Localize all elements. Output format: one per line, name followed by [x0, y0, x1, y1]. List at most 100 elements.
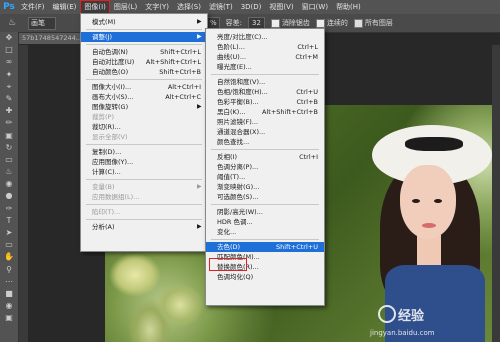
menu-item[interactable]: 去色(D) Shift+Ctrl+U [206, 242, 324, 252]
menu-5[interactable]: 选择(S) [173, 0, 205, 14]
eraser-tool-icon[interactable]: ▭ [0, 154, 18, 166]
menu-item[interactable]: 画布大小(S)... Alt+Ctrl+C [81, 92, 207, 102]
menu-item[interactable]: 阈值(T)... [206, 172, 324, 182]
menu-separator [211, 74, 319, 75]
menu-item: 变量(B) ▶ [81, 182, 207, 192]
menu-item-label: 色调均化(Q) [217, 273, 254, 281]
history-brush-tool-icon[interactable]: ↻ [0, 142, 18, 154]
menu-2[interactable]: 图像(I) [80, 0, 110, 14]
menu-10[interactable]: 帮助(H) [332, 0, 365, 14]
menu-item[interactable]: 色相/饱和度(H)... Ctrl+U [206, 87, 324, 97]
menu-item-label: 分析(A) [92, 223, 115, 231]
crop-tool-icon[interactable]: ⌖ [0, 81, 18, 93]
menu-3[interactable]: 图层(L) [110, 0, 141, 14]
menu-item[interactable]: 自动色调(N) Shift+Ctrl+L [81, 47, 207, 57]
menu-item[interactable]: 裁切(R)... [81, 122, 207, 132]
menu-item-label: 去色(D) [217, 243, 241, 251]
marquee-tool-icon[interactable]: □ [0, 44, 18, 56]
menu-item-label: 自动颜色(O) [92, 68, 129, 76]
menu-7[interactable]: 3D(D) [237, 0, 266, 14]
brush-tool-icon[interactable]: ✏ [0, 117, 18, 129]
menu-item[interactable]: 自动对比度(U) Alt+Shift+Ctrl+L [81, 57, 207, 67]
quick-select-tool-icon[interactable]: ✦ [0, 69, 18, 81]
menu-item[interactable]: 色调分离(P)... [206, 162, 324, 172]
menu-item[interactable]: 通道混合器(X)... [206, 127, 324, 137]
menu-item[interactable]: 照片滤镜(F)... [206, 117, 324, 127]
all-layers-checkbox[interactable]: 所有图层 [353, 18, 393, 28]
menu-item-label: 色彩平衡(B)... [217, 98, 259, 106]
menu-item-label: 模式(M) [92, 18, 116, 26]
menu-item-label: 曝光度(E)... [217, 63, 252, 71]
menu-separator [86, 29, 202, 30]
antialias-checkbox[interactable]: 消除锯齿 [270, 18, 310, 28]
lasso-tool-icon[interactable]: ∞ [0, 56, 18, 68]
more-tools-icon[interactable]: ⋯ [0, 276, 18, 288]
menu-item-label: 自动色调(N) [92, 48, 128, 56]
menu-0[interactable]: 文件(F) [17, 0, 49, 14]
vertical-scrollbar[interactable] [492, 45, 500, 342]
menu-item[interactable]: 应用图像(Y)... [81, 157, 207, 167]
submenu-arrow-icon: ▶ [197, 103, 202, 110]
menu-item[interactable]: HDR 色调... [206, 217, 324, 227]
menu-item[interactable]: 变化... [206, 227, 324, 237]
menu-8[interactable]: 视图(V) [265, 0, 297, 14]
menu-6[interactable]: 滤镜(T) [205, 0, 237, 14]
menu-9[interactable]: 窗口(W) [298, 0, 332, 14]
menu-item-label: HDR 色调... [217, 218, 253, 226]
zoom-tool-icon[interactable]: ⚲ [0, 264, 18, 276]
menu-item-label: 画布大小(S)... [92, 93, 134, 101]
menu-item[interactable]: 渐变映射(G)... [206, 182, 324, 192]
contiguous-checkbox[interactable]: 连续的 [315, 18, 348, 28]
menu-item[interactable]: 自然饱和度(V)... [206, 77, 324, 87]
paint-bucket-tool-icon[interactable]: ♨ [0, 166, 18, 178]
menu-item: 显示全部(V) [81, 132, 207, 142]
menu-item[interactable]: 阴影/高光(W)... [206, 207, 324, 217]
move-tool-icon[interactable]: ✥ [0, 32, 18, 44]
menu-item[interactable]: 计算(C)... [81, 167, 207, 177]
menu-item[interactable]: 黑白(K)... Alt+Shift+Ctrl+B [206, 107, 324, 117]
shape-tool-icon[interactable]: ▭ [0, 239, 18, 251]
menu-item[interactable]: 图像旋转(G) ▶ [81, 102, 207, 112]
menu-item[interactable]: 图像大小(I)... Alt+Ctrl+I [81, 82, 207, 92]
fill-source-select[interactable]: 画笔 [28, 16, 56, 30]
menu-item[interactable]: 可选颜色(S)... [206, 192, 324, 202]
tolerance-label: 容差: [225, 19, 243, 27]
menu-item[interactable]: 模式(M) ▶ [81, 17, 207, 27]
menu-item: 应用数据组(L)... [81, 192, 207, 202]
menu-4[interactable]: 文字(Y) [141, 0, 173, 14]
paint-bucket-tool-icon[interactable]: ♨ [4, 16, 20, 30]
menu-item[interactable]: 分析(A) ▶ [81, 222, 207, 232]
eyedropper-tool-icon[interactable]: ✎ [0, 93, 18, 105]
menu-separator [86, 204, 202, 205]
menu-separator [211, 204, 319, 205]
menu-item[interactable]: 曝光度(E)... [206, 62, 324, 72]
type-tool-icon[interactable]: T [0, 215, 18, 227]
path-select-tool-icon[interactable]: ➤ [0, 227, 18, 239]
menu-item[interactable]: 反相(I) Ctrl+I [206, 152, 324, 162]
hand-tool-icon[interactable]: ✋ [0, 251, 18, 263]
screen-mode-icon[interactable]: ▣ [0, 312, 18, 324]
menu-separator [86, 179, 202, 180]
quick-mask-icon[interactable]: ◉ [0, 300, 18, 312]
menu-item[interactable]: 颜色查找... [206, 137, 324, 147]
menu-item[interactable]: 自动颜色(O) Shift+Ctrl+B [81, 67, 207, 77]
menu-item-shortcut: Ctrl+M [295, 53, 318, 61]
watermark-url: jingyan.baidu.com [370, 329, 435, 337]
submenu-arrow-icon: ▶ [197, 33, 202, 40]
vertical-ruler [19, 45, 28, 342]
menu-item[interactable]: 色阶(L)... Ctrl+L [206, 42, 324, 52]
pen-tool-icon[interactable]: ✑ [0, 203, 18, 215]
foreground-color-swatch[interactable]: ■ [0, 288, 18, 300]
stamp-tool-icon[interactable]: ▣ [0, 130, 18, 142]
menu-item[interactable]: 亮度/对比度(C)... [206, 32, 324, 42]
blur-tool-icon[interactable]: ◉ [0, 178, 18, 190]
healing-tool-icon[interactable]: ✚ [0, 105, 18, 117]
menu-item[interactable]: 调整(J) ▶ [81, 32, 207, 42]
menu-item[interactable]: 色调均化(Q) [206, 272, 324, 282]
menu-item[interactable]: 曲线(U)... Ctrl+M [206, 52, 324, 62]
menu-item[interactable]: 复制(D)... [81, 147, 207, 157]
submenu-arrow-icon: ▶ [197, 18, 202, 25]
menu-item[interactable]: 色彩平衡(B)... Ctrl+B [206, 97, 324, 107]
dodge-tool-icon[interactable]: ● [0, 190, 18, 202]
menu-1[interactable]: 编辑(E) [49, 0, 81, 14]
